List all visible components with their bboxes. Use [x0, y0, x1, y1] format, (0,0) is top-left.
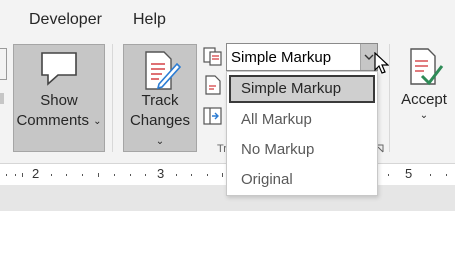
tab-developer[interactable]: Developer: [29, 11, 102, 29]
accept-button[interactable]: Accept ⌄: [396, 44, 455, 152]
track-changes-button[interactable]: Track Changes ⌄: [123, 44, 197, 152]
combo-value: Simple Markup: [231, 49, 332, 66]
cutoff-button-edge: [0, 48, 7, 80]
chevron-down-icon: ⌄: [419, 110, 429, 121]
accept-icon: [410, 48, 444, 86]
option-original[interactable]: Original: [229, 166, 375, 194]
show-markup-icon[interactable]: [203, 75, 223, 95]
ruler-number: 3: [157, 166, 165, 181]
track-changes-icon: [145, 51, 181, 90]
show-comments-label-line2: Comments ⌄: [16, 112, 102, 129]
track-changes-label-line2: Changes ⌄: [129, 112, 191, 147]
option-simple-markup[interactable]: Simple Markup: [229, 75, 375, 103]
track-changes-label-line1: Track: [141, 92, 179, 109]
reviewing-pane-icon[interactable]: [203, 46, 223, 66]
ruler-number: 5: [405, 166, 413, 181]
show-comments-button[interactable]: Show Comments ⌄: [13, 44, 105, 152]
ribbon-tabs: Developer Help: [0, 0, 455, 40]
document-page[interactable]: [0, 211, 455, 263]
option-no-markup[interactable]: No Markup: [229, 136, 375, 164]
markup-options-list: Simple Markup All Markup No Markup Origi…: [226, 71, 378, 196]
display-for-review-combo[interactable]: Simple Markup: [226, 43, 378, 71]
chevron-down-icon: ⌄: [155, 136, 165, 147]
chevron-down-icon: [364, 54, 374, 60]
cutoff-button-stub: [0, 93, 4, 104]
group-separator: [389, 44, 390, 152]
chevron-down-icon: ⌄: [93, 116, 102, 127]
option-all-markup[interactable]: All Markup: [229, 106, 375, 134]
accept-label: Accept: [401, 91, 447, 108]
show-comments-label-line1: Show: [40, 92, 78, 109]
ruler-number: 2: [32, 166, 40, 181]
reviewing-pane-toggle-icon[interactable]: [203, 106, 223, 126]
tab-help[interactable]: Help: [133, 11, 166, 29]
comment-icon: [41, 52, 77, 86]
group-separator: [112, 44, 113, 152]
